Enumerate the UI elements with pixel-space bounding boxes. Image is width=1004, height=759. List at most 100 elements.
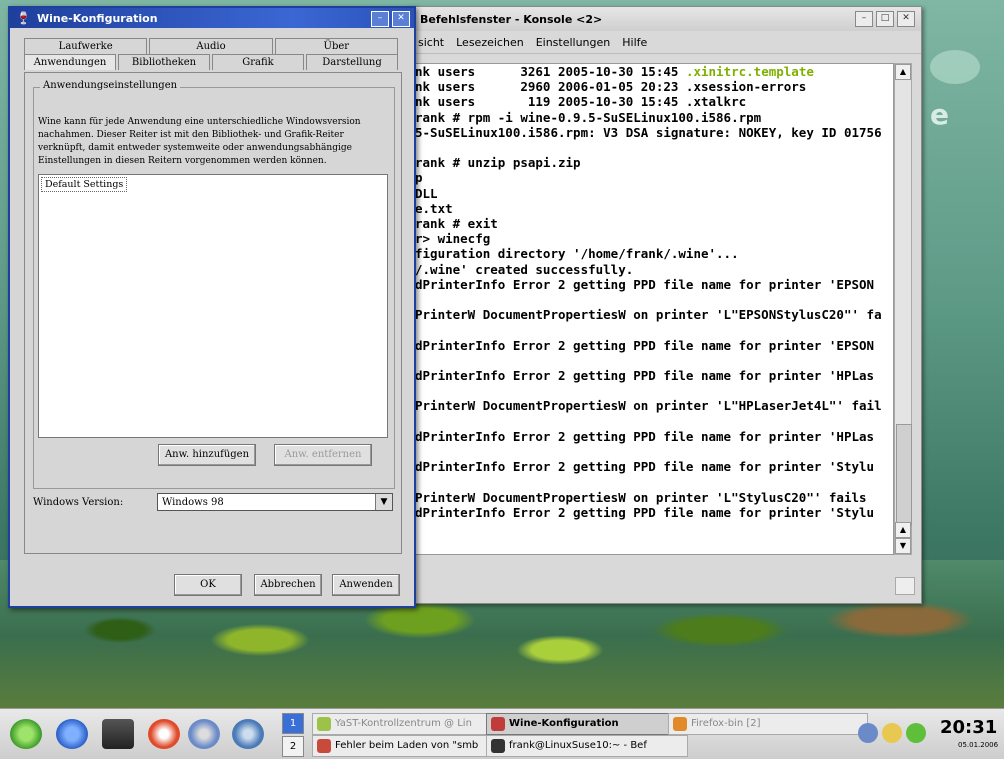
tab-bibliotheken[interactable]: Bibliotheken <box>118 54 210 70</box>
home-icon[interactable] <box>56 719 88 749</box>
terminal-line: r> winecfg <box>415 231 491 247</box>
scroll-up-icon[interactable]: ▲ <box>895 64 911 80</box>
close-icon[interactable]: ✕ <box>897 11 915 27</box>
terminal-line: dPrinterInfo Error 2 getting PPD file na… <box>415 504 875 520</box>
terminal-line: PrinterW DocumentPropertiesW on printer … <box>415 307 882 323</box>
terminal-line: p <box>415 170 423 186</box>
tab-darstellung[interactable]: Darstellung <box>306 54 398 70</box>
minimize-icon[interactable]: – <box>855 11 873 27</box>
scroll-up-icon[interactable]: ▲ <box>895 522 911 538</box>
terminal-line: 5-SuSELinux100.i586.rpm: V3 DSA signatur… <box>415 124 882 140</box>
terminal-output[interactable]: nk users 3261 2005-10-30 15:45 .xinitrc.… <box>412 63 894 555</box>
windows-version-value: Windows 98 <box>162 497 224 508</box>
scroll-down-icon[interactable]: ▼ <box>895 538 911 554</box>
list-item[interactable]: Default Settings <box>41 177 128 192</box>
windows-version-select[interactable]: Windows 98 ▼ <box>157 493 393 511</box>
tab-panel-anwendungen: Anwendungseinstellungen Wine kann für je… <box>24 72 402 554</box>
console-menubar: sicht Lesezeichen Einstellungen Hilfe <box>406 31 921 54</box>
task-label: Fehler beim Laden von "smb <box>335 740 479 751</box>
resize-grip-icon[interactable] <box>895 577 915 595</box>
task-error[interactable]: Fehler beim Laden von "smb <box>312 735 506 757</box>
tab-audio[interactable]: Audio <box>149 38 273 54</box>
clipboard-icon[interactable] <box>882 723 902 743</box>
wine-title: Wine-Konfiguration <box>36 11 158 25</box>
terminal-line: rank # unzip psapi.zip <box>415 155 581 171</box>
browser-icon[interactable] <box>232 719 264 749</box>
task-konsole[interactable]: frank@LinuxSuse10:~ - Bef <box>486 735 688 757</box>
menu-item[interactable]: Einstellungen <box>536 36 611 49</box>
tab-laufwerke[interactable]: Laufwerke <box>24 38 148 54</box>
minimize-icon[interactable]: – <box>371 11 389 27</box>
desktop-1[interactable]: 1 <box>282 713 304 734</box>
terminal-line: nk users 2960 2006-01-05 20:23 .xsession… <box>415 79 807 95</box>
task-label: YaST-Kontrollzentrum @ Lin <box>335 718 472 729</box>
terminal-line: dPrinterInfo Error 2 getting PPD file na… <box>415 459 875 475</box>
windows-version-label: Windows Version: <box>33 497 124 508</box>
console-title: Befehlsfenster - Konsole <2> <box>420 12 603 26</box>
terminal-icon <box>491 739 505 753</box>
terminal-line: rank # exit <box>415 216 498 232</box>
menu-item[interactable]: Lesezeichen <box>456 36 524 49</box>
app-settings-group: Anwendungseinstellungen Wine kann für je… <box>33 80 395 489</box>
task-wine[interactable]: Wine-Konfiguration <box>486 713 688 735</box>
terminal-line: nk users 3261 2005-10-30 15:45 .xinitrc.… <box>415 64 814 79</box>
yast-icon <box>317 717 331 731</box>
task-label: Wine-Konfiguration <box>509 718 619 729</box>
desktop-2[interactable]: 2 <box>282 736 304 757</box>
update-icon[interactable] <box>906 723 926 743</box>
menu-item[interactable]: Hilfe <box>622 36 647 49</box>
scroll-thumb[interactable] <box>896 424 912 526</box>
clock-date: 05.01.2006 <box>958 741 999 749</box>
task-yast[interactable]: YaST-Kontrollzentrum @ Lin <box>312 713 506 735</box>
tab-grafik[interactable]: Grafik <box>212 54 304 70</box>
terminal-line: /.wine' created successfully. <box>415 261 634 277</box>
terminal-icon[interactable] <box>102 719 134 749</box>
terminal-line: rank # rpm -i wine-0.9.5-SuSELinux100.i5… <box>415 109 762 125</box>
remove-application-button[interactable]: Anw. entfernen <box>274 444 372 466</box>
wine-config-dialog: 🍷 Wine-Konfiguration – ✕ Laufwerke Audio… <box>8 6 416 608</box>
tab-anwendungen[interactable]: Anwendungen <box>24 54 116 70</box>
task-label: frank@LinuxSuse10:~ - Bef <box>509 740 647 751</box>
error-icon <box>317 739 331 753</box>
terminal-line: dPrinterInfo Error 2 getting PPD file na… <box>415 368 875 384</box>
task-firefox[interactable]: Firefox-bin [2] <box>668 713 868 735</box>
cancel-button[interactable]: Abbrechen <box>254 574 322 596</box>
terminal-line: e.txt <box>415 200 453 216</box>
terminal-line: PrinterW DocumentPropertiesW on printer … <box>415 398 882 414</box>
ok-button[interactable]: OK <box>174 574 242 596</box>
application-list[interactable]: Default Settings <box>38 174 388 438</box>
maximize-icon[interactable]: □ <box>876 11 894 27</box>
volume-icon[interactable] <box>858 723 878 743</box>
help-icon[interactable] <box>148 719 180 749</box>
chevron-down-icon[interactable]: ▼ <box>375 494 392 510</box>
console-titlebar[interactable]: Befehlsfenster - Konsole <2> <box>406 7 921 31</box>
description-text: Wine kann für jede Anwendung eine unters… <box>38 117 361 166</box>
wine-glass-icon: 🍷 <box>16 11 31 25</box>
suse-brand-text: e <box>930 98 949 131</box>
suse-menu-icon[interactable] <box>10 719 42 749</box>
taskbar: 1 2 YaST-Kontrollzentrum @ Lin Wine-Konf… <box>0 708 1004 759</box>
tab-bar: Laufwerke Audio Über Anwendungen Bibliot… <box>24 38 400 70</box>
close-icon[interactable]: ✕ <box>392 11 410 27</box>
clock-time[interactable]: 20:31 <box>940 717 997 738</box>
terminal-line: dPrinterInfo Error 2 getting PPD file na… <box>415 276 875 292</box>
tab-ueber[interactable]: Über <box>274 38 398 54</box>
firefox-icon <box>673 717 687 731</box>
terminal-line: nk users 119 2005-10-30 15:45 .xtalkrc <box>415 94 747 110</box>
wine-titlebar[interactable]: 🍷 Wine-Konfiguration <box>10 8 414 28</box>
terminal-scrollbar[interactable]: ▲ ▲ ▼ <box>894 63 912 555</box>
network-icon[interactable] <box>188 719 220 749</box>
add-application-button[interactable]: Anw. hinzufügen <box>158 444 256 466</box>
menu-item[interactable]: sicht <box>418 36 444 49</box>
terminal-line: figuration directory '/home/frank/.wine'… <box>415 246 739 262</box>
terminal-line: PrinterW DocumentPropertiesW on printer … <box>415 489 867 505</box>
apply-button[interactable]: Anwenden <box>332 574 400 596</box>
